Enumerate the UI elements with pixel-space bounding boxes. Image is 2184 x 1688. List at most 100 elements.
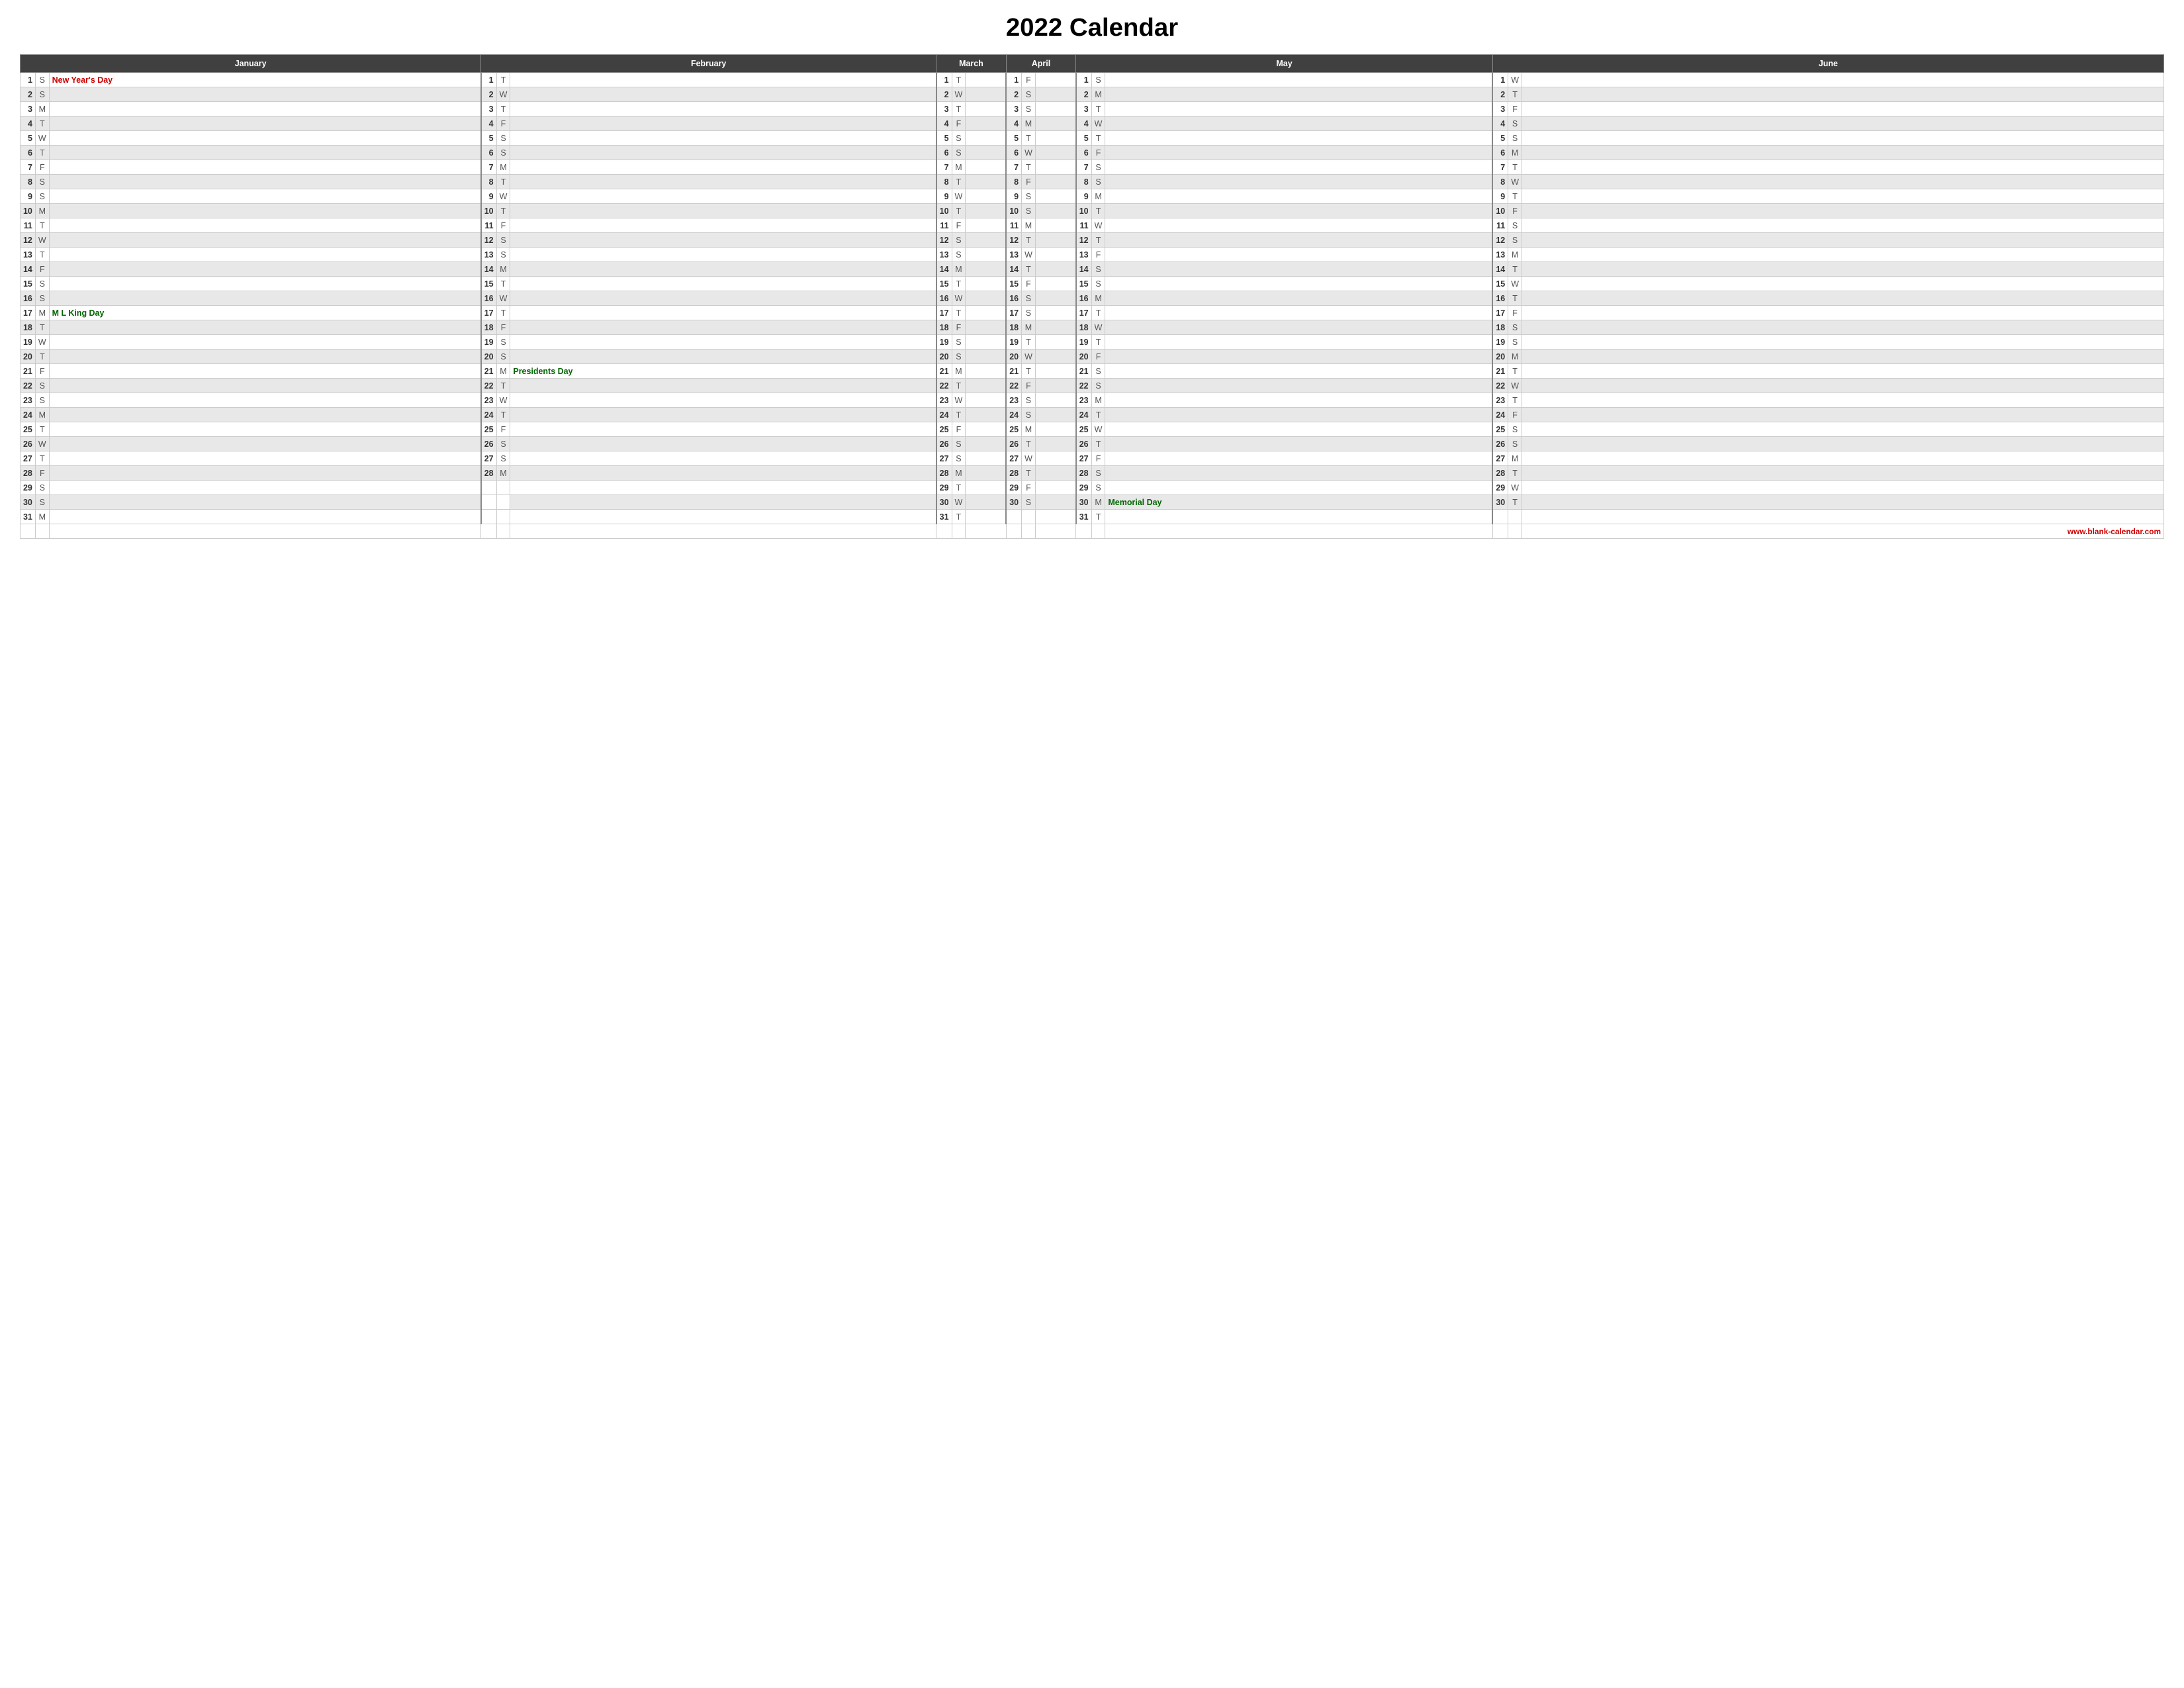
day-num: 23	[1492, 393, 1508, 408]
day-event	[510, 160, 936, 175]
day-num: 23	[1006, 393, 1021, 408]
day-letter: S	[1022, 306, 1036, 320]
day-event	[1035, 291, 1075, 306]
day-num: 9	[481, 189, 496, 204]
day-num: 19	[21, 335, 36, 350]
day-letter: S	[1091, 160, 1105, 175]
day-num: 5	[936, 131, 952, 146]
day-num: 8	[1492, 175, 1508, 189]
day-letter: W	[1022, 248, 1036, 262]
day-num: 17	[481, 306, 496, 320]
day-letter: S	[1091, 175, 1105, 189]
day-event	[1522, 189, 2163, 204]
day-letter: S	[35, 175, 49, 189]
june-header: June	[1492, 55, 2163, 73]
day-num: 20	[1076, 350, 1091, 364]
day-letter: W	[952, 495, 966, 510]
day-event	[510, 218, 936, 233]
day-event	[1105, 451, 1492, 466]
day-letter: F	[1091, 350, 1105, 364]
day-letter: T	[1508, 495, 1522, 510]
day-letter: F	[1022, 379, 1036, 393]
day-num: 27	[21, 451, 36, 466]
day-event	[510, 393, 936, 408]
day-num: 27	[1492, 451, 1508, 466]
day-letter: T	[35, 146, 49, 160]
day-num: 3	[1492, 102, 1508, 117]
day-num: 12	[1076, 233, 1091, 248]
day-event	[510, 189, 936, 204]
day-event	[966, 262, 1006, 277]
day-num: 25	[936, 422, 952, 437]
day-num: 13	[481, 248, 496, 262]
day-num: 9	[1076, 189, 1091, 204]
day-letter: S	[35, 481, 49, 495]
day-num: 2	[481, 87, 496, 102]
day-num: 22	[936, 379, 952, 393]
day-num: 25	[481, 422, 496, 437]
day-letter: F	[1022, 481, 1036, 495]
day-event	[966, 408, 1006, 422]
day-num: 28	[1076, 466, 1091, 481]
day-event	[49, 233, 481, 248]
day-letter: F	[35, 262, 49, 277]
day-num: 30	[1076, 495, 1091, 510]
day-letter: S	[35, 379, 49, 393]
day-letter: F	[952, 218, 966, 233]
day-event	[49, 437, 481, 451]
day-letter: W	[1508, 175, 1522, 189]
day-num: 3	[1006, 102, 1021, 117]
day-letter: F	[1508, 408, 1522, 422]
day-event: New Year's Day	[49, 73, 481, 87]
day-event	[49, 466, 481, 481]
day-event	[49, 160, 481, 175]
day-num: 29	[1492, 481, 1508, 495]
day-num: 6	[481, 146, 496, 160]
day-event	[510, 510, 936, 524]
day-event	[49, 364, 481, 379]
day-num: 31	[1076, 510, 1091, 524]
day-letter: S	[1022, 204, 1036, 218]
day-num: 29	[1006, 481, 1021, 495]
day-num: 11	[481, 218, 496, 233]
day-num: 9	[1006, 189, 1021, 204]
day-event	[1035, 175, 1075, 189]
day-letter: W	[952, 87, 966, 102]
day-num: 3	[21, 102, 36, 117]
day-event	[49, 102, 481, 117]
day-event	[49, 146, 481, 160]
day-num: 21	[936, 364, 952, 379]
day-num: 21	[481, 364, 496, 379]
day-num: 22	[21, 379, 36, 393]
day-letter: M	[1508, 451, 1522, 466]
day-num: 5	[21, 131, 36, 146]
day-num: 12	[21, 233, 36, 248]
day-num: 22	[1006, 379, 1021, 393]
day-num: 17	[1076, 306, 1091, 320]
day-num: 15	[1492, 277, 1508, 291]
day-letter: S	[952, 350, 966, 364]
day-num: 23	[21, 393, 36, 408]
day-event	[1035, 510, 1075, 524]
day-num: 9	[21, 189, 36, 204]
day-num: 26	[1076, 437, 1091, 451]
day-event	[49, 262, 481, 277]
day-event	[1522, 495, 2163, 510]
day-event	[1522, 102, 2163, 117]
day-letter: S	[1508, 437, 1522, 451]
day-event	[1035, 204, 1075, 218]
day-num: 4	[481, 117, 496, 131]
day-event	[966, 335, 1006, 350]
day-event: M L King Day	[49, 306, 481, 320]
day-num: 12	[481, 233, 496, 248]
day-event	[1105, 466, 1492, 481]
day-event	[49, 277, 481, 291]
day-num: 6	[21, 146, 36, 160]
day-num: 25	[1076, 422, 1091, 437]
day-event	[1105, 320, 1492, 335]
day-event	[1522, 87, 2163, 102]
day-letter: W	[952, 189, 966, 204]
day-event	[966, 175, 1006, 189]
day-letter: W	[35, 233, 49, 248]
day-letter: M	[952, 262, 966, 277]
